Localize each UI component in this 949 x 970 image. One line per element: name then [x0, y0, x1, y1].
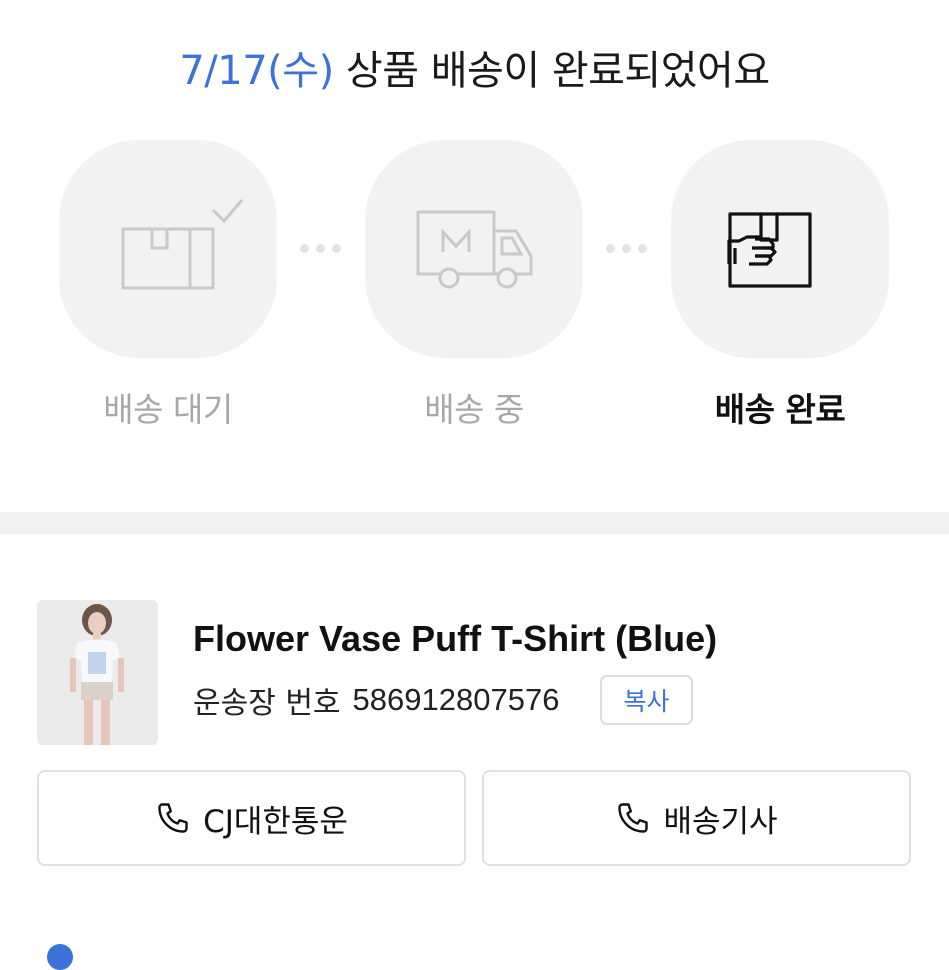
step-connector-2: [606, 244, 647, 253]
tracking-number: 586912807576: [352, 682, 560, 717]
courier-label: CJ대한통운: [203, 803, 348, 840]
step-label-waiting: 배송 대기: [103, 390, 233, 429]
step-waiting-circle: [59, 140, 277, 358]
step-connector-1: [300, 244, 341, 253]
step-delivered-circle: [671, 140, 889, 358]
box-check-icon: [121, 199, 244, 290]
product-name: Flower Vase Puff T-Shirt (Blue): [193, 618, 718, 659]
tracking-label: 운송장 번호: [193, 686, 341, 721]
driver-call-button[interactable]: 배송기사: [482, 770, 911, 866]
delivery-message: 상품 배송이 완료되었어요: [345, 48, 770, 94]
step-transit-circle: [365, 140, 583, 358]
tracking-row: 운송장 번호 586912807576: [193, 680, 560, 721]
copy-button[interactable]: 복사: [600, 675, 693, 725]
step-label-transit: 배송 중: [424, 390, 524, 429]
page-title: 7/17(수) 상품 배송이 완료되었어요: [0, 38, 949, 96]
phone-icon: [155, 800, 191, 836]
delivery-date: 7/17(수): [179, 48, 334, 94]
step-label-delivered: 배송 완료: [714, 390, 846, 429]
product-thumbnail[interactable]: [37, 600, 158, 745]
info-icon: [47, 944, 73, 970]
delivery-truck-icon: [416, 210, 533, 289]
courier-call-button[interactable]: CJ대한통운: [37, 770, 466, 866]
phone-icon: [615, 800, 651, 836]
section-divider: [0, 512, 949, 534]
driver-label: 배송기사: [663, 803, 778, 840]
hand-box-icon: [727, 212, 812, 288]
product-photo: [37, 600, 158, 745]
